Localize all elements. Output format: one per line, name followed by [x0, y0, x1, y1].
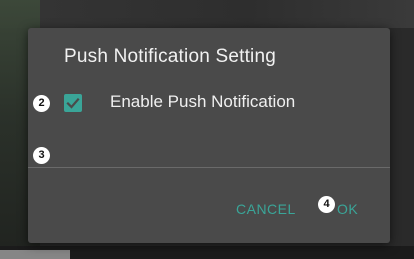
dialog-actions: CANCEL OK [28, 193, 390, 223]
background-top [0, 0, 414, 28]
annotation-badge-2: 2 [33, 95, 50, 112]
background-bottom-light [0, 250, 70, 259]
ok-button[interactable]: OK [337, 201, 358, 217]
dialog-divider [28, 167, 390, 168]
cancel-button[interactable]: CANCEL [236, 201, 296, 217]
enable-push-notification-option[interactable]: Enable Push Notification [64, 92, 364, 116]
enable-push-notification-checkbox[interactable] [64, 94, 82, 112]
dialog-title: Push Notification Setting [64, 46, 277, 67]
checkmark-icon [66, 97, 80, 109]
enable-push-notification-label: Enable Push Notification [110, 92, 296, 111]
push-notification-dialog: Push Notification Setting Enable Push No… [28, 28, 390, 243]
annotation-badge-3: 3 [33, 147, 50, 164]
annotation-badge-4: 4 [318, 196, 335, 213]
